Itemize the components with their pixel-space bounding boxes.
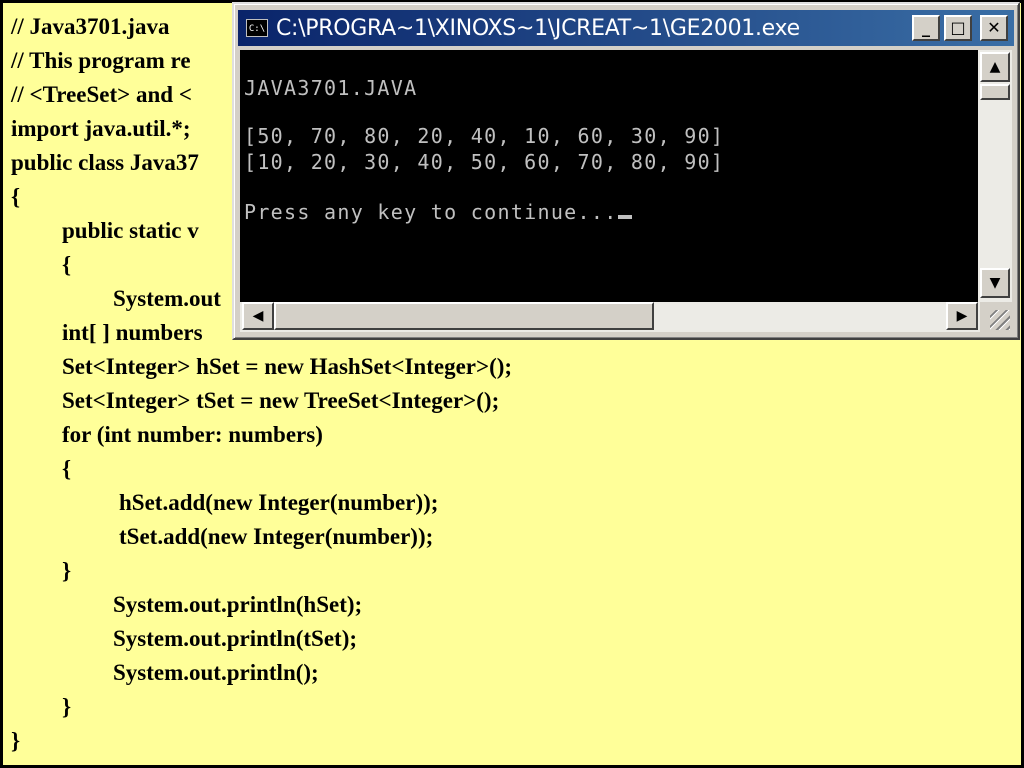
console-output-line: JAVA3701.JAVA [244, 76, 418, 100]
code-line: public static v [62, 218, 199, 243]
minimize-button[interactable]: _ [912, 15, 940, 41]
code-line: // <TreeSet> and < [11, 82, 192, 107]
console-app-icon[interactable]: C:\ [246, 19, 268, 37]
code-line: { [62, 252, 72, 277]
maximize-button[interactable]: □ [944, 15, 972, 41]
console-window[interactable]: C:\ C:\PROGRA~1\XINOXS~1\JCREAT~1\GE2001… [232, 2, 1020, 340]
scroll-right-icon[interactable]: ▶ [946, 302, 978, 330]
code-line: { [62, 456, 72, 481]
resize-grip-icon[interactable] [990, 310, 1010, 330]
vertical-scrollbar[interactable]: ▲ ▼ [978, 50, 1012, 302]
code-line: import java.util.*; [11, 116, 191, 141]
code-line: } [62, 694, 72, 719]
vertical-scroll-thumb[interactable] [980, 84, 1010, 100]
console-output-line: [10, 20, 30, 40, 50, 60, 70, 80, 90] [244, 150, 725, 174]
console-output-area[interactable]: JAVA3701.JAVA [50, 70, 80, 20, 40, 10, 6… [240, 50, 1008, 302]
code-line: System.out [113, 286, 221, 311]
code-line: int[ ] numbers [62, 320, 203, 345]
code-line: System.out.println(tSet); [113, 626, 358, 651]
scroll-left-icon[interactable]: ◀ [242, 302, 274, 330]
scroll-down-icon[interactable]: ▼ [980, 268, 1010, 298]
code-line: // Java3701.java [11, 14, 170, 39]
horizontal-scrollbar[interactable]: ◀ ▶ [240, 302, 980, 332]
code-line: hSet.add(new Integer(number)); [119, 490, 439, 515]
code-line: } [62, 558, 72, 583]
resize-corner[interactable] [980, 302, 1012, 332]
console-output-line: [50, 70, 80, 20, 40, 10, 60, 30, 90] [244, 124, 725, 148]
close-button[interactable]: ✕ [980, 15, 1008, 41]
code-line: Set<Integer> tSet = new TreeSet<Integer>… [62, 388, 500, 413]
code-line: public class Java37 [11, 150, 199, 175]
console-prompt: Press any key to continue... [244, 200, 618, 224]
console-prompt-line: Press any key to continue... [244, 200, 632, 224]
code-line: } [11, 728, 21, 753]
console-titlebar[interactable]: C:\ C:\PROGRA~1\XINOXS~1\JCREAT~1\GE2001… [238, 10, 1014, 46]
code-line: tSet.add(new Integer(number)); [119, 524, 434, 549]
code-line: // This program re [11, 48, 191, 73]
scroll-up-icon[interactable]: ▲ [980, 52, 1010, 82]
code-line: { [11, 184, 21, 209]
horizontal-scroll-thumb[interactable] [274, 302, 654, 330]
code-line: for (int number: numbers) [62, 422, 323, 447]
text-cursor [617, 215, 632, 219]
console-title: C:\PROGRA~1\XINOXS~1\JCREAT~1\GE2001.exe [276, 15, 800, 41]
code-line: Set<Integer> hSet = new HashSet<Integer>… [62, 354, 513, 379]
code-line: System.out.println(); [113, 660, 319, 685]
code-line: System.out.println(hSet); [113, 592, 363, 617]
